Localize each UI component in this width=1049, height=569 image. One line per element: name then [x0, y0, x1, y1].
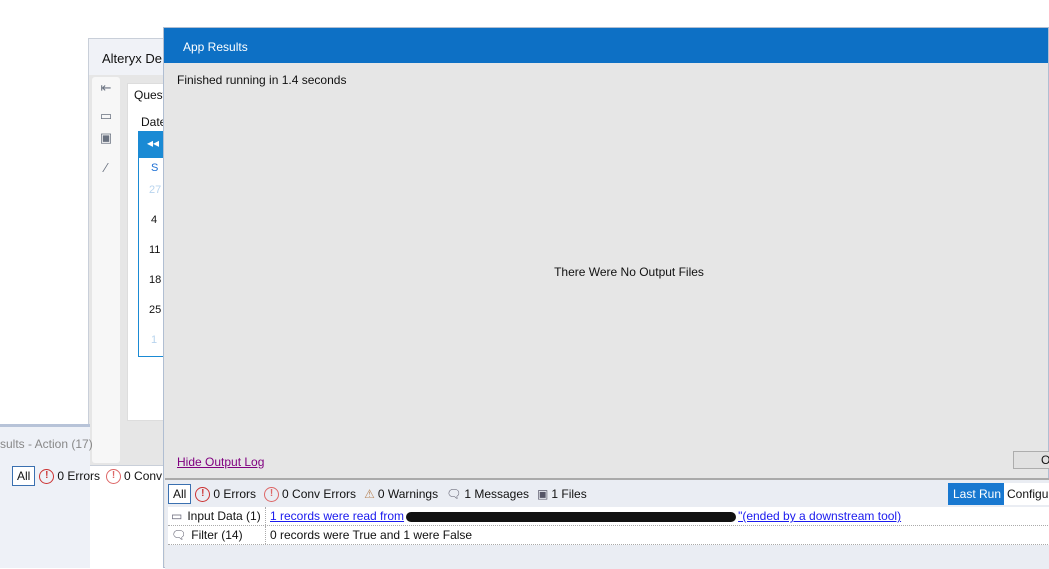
redacted-path — [406, 511, 737, 522]
calendar-day[interactable]: 4 — [151, 214, 157, 226]
message-cell: 1 records were read from "(ended by a dow… — [266, 509, 901, 523]
calendar-day[interactable]: 25 — [149, 304, 161, 316]
filter-conv-errors[interactable]: 0 Conv — [124, 469, 162, 483]
conv-error-icon: ! — [106, 468, 122, 484]
configuration-tab[interactable]: Configu — [1004, 483, 1049, 505]
filter-all[interactable]: All — [168, 484, 192, 504]
log-message-link[interactable]: 1 records were read from "(ended by a dow… — [270, 509, 901, 523]
magic-wand-icon[interactable]: ⁄ — [98, 161, 114, 175]
filter-errors[interactable]: ! 0 Errors — [195, 486, 257, 502]
filter-messages[interactable]: 🗨 1 Messages — [446, 487, 529, 501]
warnings-label: 0 Warnings — [377, 487, 439, 501]
filter-conv-errors[interactable]: ! 0 Conv Errors — [264, 486, 357, 502]
designer-window: Alteryx De ⇤ ▭ ▣ ⁄ Quest Date ◂◂ S 27 4 … — [88, 38, 178, 466]
log-row[interactable]: ▭ Input Data (1) 1 records were read from… — [168, 507, 1049, 526]
day-header: S — [151, 162, 159, 174]
results-title: sults - Action (17) — [0, 437, 93, 451]
error-icon: ! — [39, 468, 55, 484]
filter-all[interactable]: All — [12, 466, 36, 486]
message-end: "(ended by a downstream tool) — [738, 509, 902, 523]
calendar-day[interactable]: 1 — [151, 334, 157, 346]
folder-icon[interactable]: ▭ — [98, 109, 114, 123]
filter-warnings[interactable]: ⚠ 0 Warnings — [364, 487, 438, 501]
no-output-message: There Were No Output Files — [554, 265, 704, 279]
conv-errors-label: 0 Conv Errors — [282, 487, 357, 501]
tool-cell: 🗨 Filter (14) — [168, 526, 266, 544]
errors-label: 0 Errors — [213, 487, 257, 501]
conv-error-icon: ! — [264, 486, 280, 502]
ok-button[interactable]: O — [1013, 451, 1049, 469]
save-icon: ▣ — [537, 487, 549, 501]
app-results-dialog: App Results Finished running in 1.4 seco… — [163, 27, 1049, 569]
tool-name: Input Data (1) — [187, 509, 261, 523]
messages-label: 1 Messages — [464, 487, 530, 501]
log-message: 0 records were True and 1 were False — [270, 528, 473, 542]
tool-name: Filter (14) — [191, 528, 243, 542]
designer-title: Alteryx De — [89, 39, 167, 75]
dialog-title: App Results — [164, 28, 1048, 63]
error-icon: ! — [195, 486, 211, 502]
tool-cell: ▭ Input Data (1) — [168, 507, 266, 525]
message-icon: 🗨 — [171, 528, 187, 542]
tab-questions[interactable]: Quest — [134, 88, 166, 102]
filter-files[interactable]: ▣ 1 Files — [537, 487, 587, 501]
files-label: 1 Files — [551, 487, 587, 501]
message-icon: 🗨 — [446, 487, 462, 501]
calendar-day[interactable]: 27 — [149, 184, 161, 196]
filter-errors[interactable]: 0 Errors — [57, 469, 100, 483]
calendar-day[interactable]: 18 — [149, 274, 161, 286]
last-run-tab[interactable]: Last Run — [948, 483, 1007, 505]
results-toolbar: All ! 0 Errors ! 0 Conv — [12, 466, 162, 486]
folder-icon: ▭ — [171, 509, 183, 523]
log-row[interactable]: 🗨 Filter (14) 0 records were True and 1 w… — [168, 526, 1049, 545]
output-log: All ! 0 Errors ! 0 Conv Errors ⚠ 0 Warnings… — [165, 478, 1049, 569]
message-start: 1 records were read from — [270, 509, 405, 523]
warning-icon: ⚠ — [364, 487, 375, 501]
log-toolbar: All ! 0 Errors ! 0 Conv Errors ⚠ 0 Warnings… — [168, 483, 1049, 505]
run-status: Finished running in 1.4 seconds — [177, 73, 347, 87]
save-icon[interactable]: ▣ — [98, 131, 114, 145]
side-toolbar: ⇤ ▭ ▣ ⁄ — [92, 77, 120, 463]
collapse-icon[interactable]: ⇤ — [98, 81, 114, 95]
hide-output-log-link[interactable]: Hide Output Log — [177, 455, 264, 469]
calendar-day[interactable]: 11 — [149, 244, 160, 256]
